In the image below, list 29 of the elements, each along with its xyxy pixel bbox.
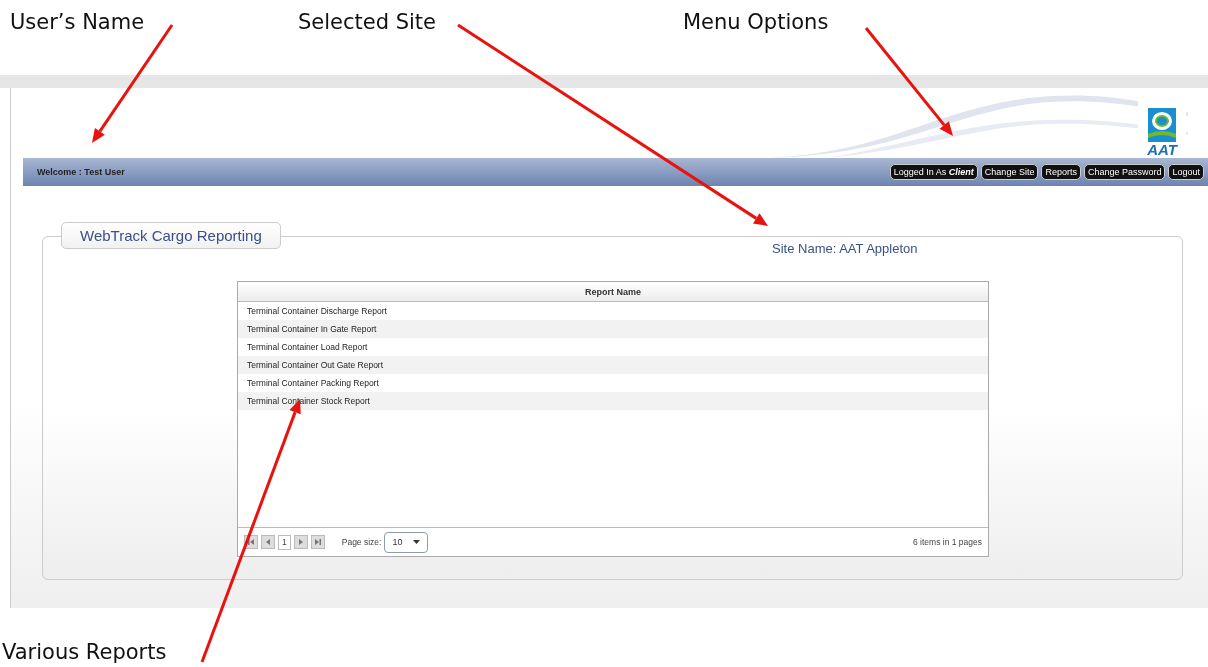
menu-button[interactable]: Change Password xyxy=(1083,164,1166,180)
last-page-icon xyxy=(313,538,322,546)
next-page-button[interactable] xyxy=(293,535,308,549)
menu-button[interactable]: Change Site xyxy=(980,164,1039,180)
annotation-label: Menu Options xyxy=(683,10,829,34)
annotation-label: Various Reports xyxy=(2,640,167,664)
previous-page-button[interactable] xyxy=(261,535,275,549)
pager-summary: 6 items in 1 pages xyxy=(913,537,982,547)
first-page-icon xyxy=(247,538,255,546)
site-name: Site Name: AAT Appleton xyxy=(772,241,918,256)
welcome-text: Welcome : Test User xyxy=(37,167,125,177)
report-row[interactable]: Terminal Container Stock Report xyxy=(238,392,988,410)
page-size-select[interactable]: 10 xyxy=(384,531,429,553)
caret-icon xyxy=(413,540,421,544)
menu-button[interactable]: Reports xyxy=(1041,164,1081,180)
next-icon xyxy=(296,538,305,546)
previous-icon xyxy=(264,538,272,546)
annotation-label: User’s Name xyxy=(10,10,145,34)
menu-button[interactable]: Logout xyxy=(1168,164,1204,180)
last-page-button[interactable] xyxy=(310,535,325,549)
logo-text: AAT xyxy=(1147,142,1177,158)
page-size-label: Page size: xyxy=(341,537,382,547)
report-row[interactable]: Terminal Container Out Gate Report xyxy=(238,356,988,374)
role-badge[interactable]: Logged In As Client xyxy=(889,164,978,180)
report-row[interactable]: Terminal Container In Gate Report xyxy=(238,320,988,338)
annotation-label: Selected Site xyxy=(298,10,437,34)
column-header: Report Name xyxy=(238,282,988,302)
panel-title: WebTrack Cargo Reporting xyxy=(61,222,281,249)
page-number[interactable]: 1 xyxy=(278,534,291,550)
